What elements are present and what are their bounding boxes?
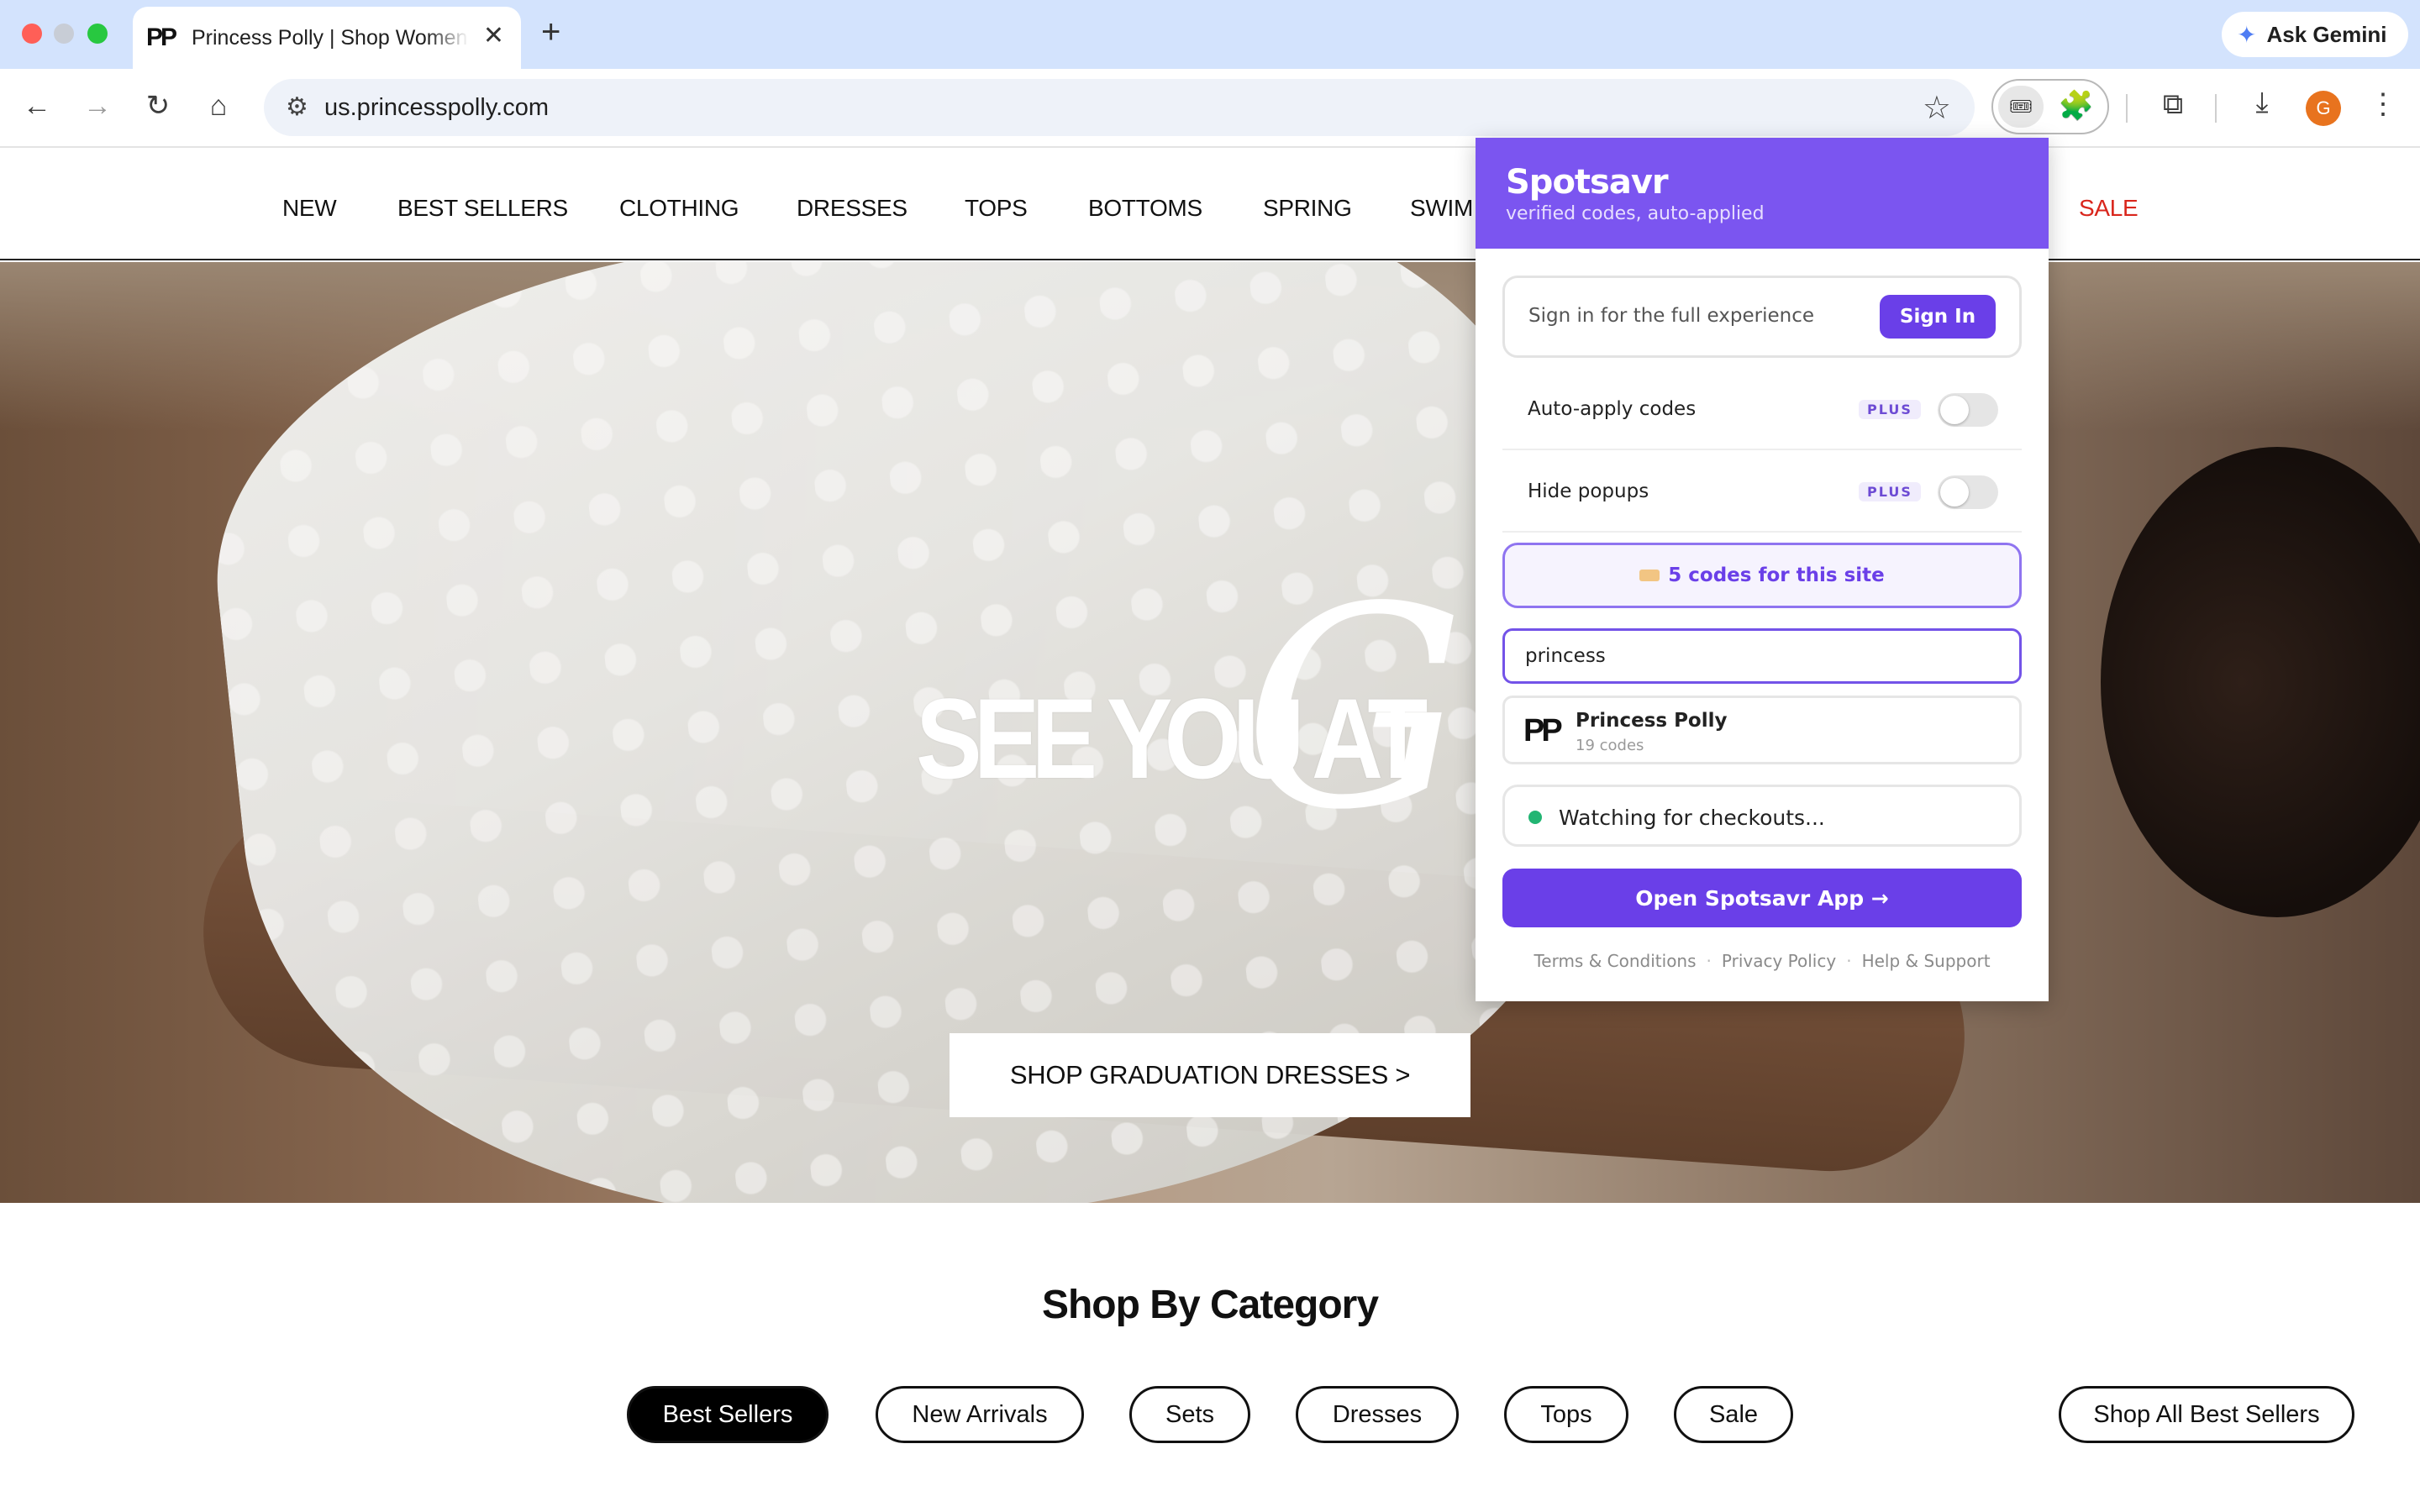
princess-polly-logo-icon: PP [1523, 713, 1563, 748]
close-window-button[interactable] [22, 24, 42, 44]
category-pill-dresses[interactable]: Dresses [1296, 1386, 1459, 1443]
category-pill-tops[interactable]: Tops [1504, 1386, 1628, 1443]
spotsavr-header: Spotsavr verified codes, auto-applied [1476, 138, 2049, 249]
shop-by-category-heading: Shop By Category [1041, 1283, 1379, 1327]
nav-best-sellers[interactable]: BEST SELLERS [397, 195, 568, 222]
extensions-group: 🎟 🧩 [1991, 79, 2109, 134]
spotsavr-logo: Spotsavr [1506, 163, 1669, 202]
hide-popups-label: Hide popups [1528, 480, 1649, 502]
hide-popups-setting: Hide popups PLUS [1502, 452, 2022, 533]
signin-prompt: Sign in for the full experience [1528, 305, 1814, 327]
ticket-icon [1639, 570, 1660, 581]
signin-card: Sign in for the full experience Sign In [1502, 276, 2022, 358]
tab-title: Princess Polly | Shop Women's [192, 25, 469, 50]
auto-apply-toggle[interactable] [1938, 393, 1998, 427]
bookmark-star-icon[interactable]: ☆ [1923, 89, 1951, 127]
browser-menu-icon[interactable]: ⋮ [2366, 87, 2400, 121]
status-dot-icon [1528, 811, 1542, 824]
popup-footer: Terms & Conditions · Privacy Policy · Help &… [1476, 951, 2049, 971]
forward-arrow-icon[interactable]: → [81, 89, 114, 123]
extensions-puzzle-icon[interactable]: 🧩 [2059, 89, 2094, 123]
spotsavr-extension-icon[interactable]: 🎟 [1998, 86, 2044, 128]
category-pill-best-sellers[interactable]: Best Sellers [627, 1386, 829, 1443]
nav-sale[interactable]: SALE [2079, 195, 2139, 222]
new-tab-button[interactable]: + [541, 15, 560, 49]
toolbar-divider [2126, 94, 2128, 123]
home-icon[interactable]: ⌂ [202, 89, 235, 123]
ask-gemini-button[interactable]: ✦ Ask Gemini [2222, 12, 2408, 57]
open-spotsavr-app-button[interactable]: Open Spotsavr App → [1502, 869, 2022, 927]
category-pill-sale[interactable]: Sale [1674, 1386, 1793, 1443]
url-text[interactable]: us.princesspolly.com [324, 94, 549, 122]
nav-tops[interactable]: TOPS [965, 195, 1028, 222]
gemini-sparkle-icon: ✦ [2237, 21, 2257, 48]
address-bar[interactable]: ⚙ us.princesspolly.com ☆ [264, 79, 1975, 136]
footer-separator: · [1846, 951, 1852, 971]
shop-graduation-dresses-button[interactable]: SHOP GRADUATION DRESSES > [950, 1033, 1470, 1117]
store-name: Princess Polly [1576, 710, 1728, 732]
watch-status-text: Watching for checkouts... [1559, 806, 1825, 830]
hide-popups-toggle[interactable] [1938, 475, 1998, 509]
plus-badge: PLUS [1859, 482, 1921, 501]
site-settings-icon[interactable]: ⚙ [286, 92, 308, 122]
site-navigation: NEW BEST SELLERS CLOTHING DRESSES TOPS B… [0, 148, 2420, 260]
privacy-link[interactable]: Privacy Policy [1722, 951, 1836, 971]
store-search-input[interactable] [1502, 628, 2022, 684]
active-tab[interactable]: PP Princess Polly | Shop Women's ✕ [133, 7, 521, 69]
help-link[interactable]: Help & Support [1862, 951, 1991, 971]
nav-spring[interactable]: SPRING [1263, 195, 1352, 222]
ask-gemini-label: Ask Gemini [2266, 21, 2387, 47]
auto-apply-label: Auto-apply codes [1528, 398, 1697, 420]
toggle-knob [1940, 396, 1969, 424]
nav-new[interactable]: NEW [282, 195, 337, 222]
nav-swim[interactable]: SWIM [1410, 195, 1473, 222]
store-result-princess-polly[interactable]: PP Princess Polly 19 codes [1502, 696, 2022, 764]
terms-link[interactable]: Terms & Conditions [1534, 951, 1696, 971]
download-icon[interactable]: ⤓ [2245, 86, 2279, 119]
category-pill-new-arrivals[interactable]: New Arrivals [876, 1386, 1084, 1443]
browser-tab-strip: PP Princess Polly | Shop Women's ✕ + ✦ A… [0, 0, 2420, 69]
store-code-count: 19 codes [1576, 737, 1644, 754]
plus-badge: PLUS [1859, 400, 1921, 419]
category-pill-sets[interactable]: Sets [1129, 1386, 1250, 1443]
toggle-knob [1940, 478, 1969, 507]
footer-separator: · [1706, 951, 1712, 971]
sign-in-button[interactable]: Sign In [1880, 295, 1996, 339]
minimize-window-button[interactable] [54, 24, 74, 44]
browser-toolbar: ← → ↻ ⌂ ⚙ us.princesspolly.com ☆ 🎟 🧩 ⧉ ⤓… [0, 69, 2420, 148]
maximize-window-button[interactable] [87, 24, 108, 44]
nav-clothing[interactable]: CLOTHING [619, 195, 739, 222]
tab-search-icon[interactable]: ⧉ [2156, 87, 2190, 121]
toolbar-divider [2215, 94, 2217, 123]
checkout-watch-status: Watching for checkouts... [1502, 785, 2022, 847]
profile-avatar[interactable]: G [2306, 91, 2341, 126]
nav-dresses[interactable]: DRESSES [797, 195, 908, 222]
codes-count-label: 5 codes for this site [1668, 564, 1885, 586]
reload-icon[interactable]: ↻ [141, 89, 175, 123]
hero-photo-hair [2101, 447, 2420, 917]
auto-apply-setting: Auto-apply codes PLUS [1502, 370, 2022, 450]
codes-for-site-button[interactable]: 5 codes for this site [1502, 543, 2022, 608]
back-arrow-icon[interactable]: ← [20, 89, 54, 123]
shop-all-best-sellers-button[interactable]: Shop All Best Sellers [2059, 1386, 2354, 1443]
spotsavr-subtitle: verified codes, auto-applied [1506, 203, 1765, 224]
princess-polly-favicon-icon: PP [146, 24, 177, 51]
nav-bottoms[interactable]: BOTTOMS [1088, 195, 1202, 222]
spotsavr-popup: Spotsavr verified codes, auto-applied Si… [1476, 138, 2049, 1001]
close-tab-icon[interactable]: ✕ [483, 24, 504, 49]
hero-banner: SEE YOU AT Gra SHOP GRADUATION DRESSES > [0, 262, 2420, 1203]
